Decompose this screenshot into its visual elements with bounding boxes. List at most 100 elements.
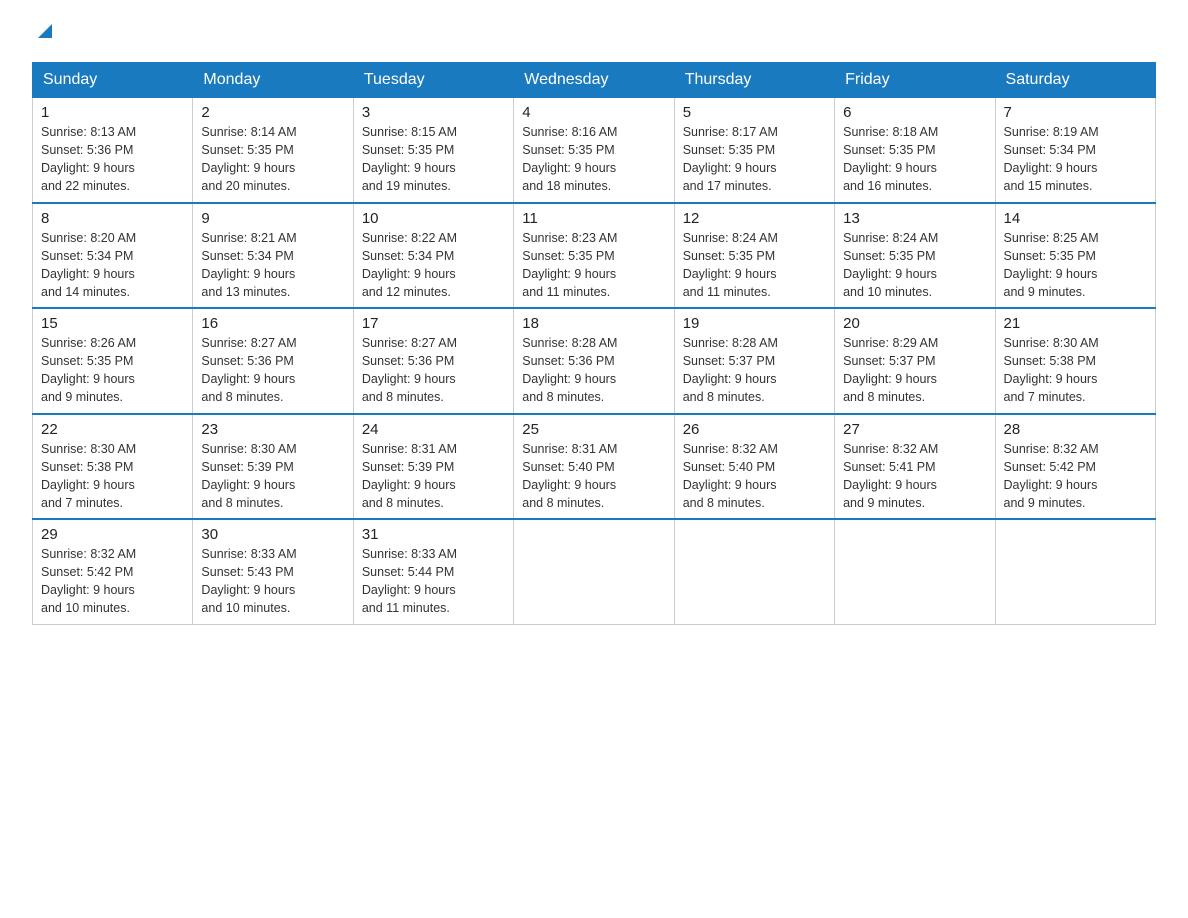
weekday-header-thursday: Thursday: [674, 63, 834, 98]
calendar-cell: 5 Sunrise: 8:17 AMSunset: 5:35 PMDayligh…: [674, 98, 834, 203]
calendar-cell: 12 Sunrise: 8:24 AMSunset: 5:35 PMDaylig…: [674, 203, 834, 309]
weekday-header-friday: Friday: [835, 63, 995, 98]
day-info: Sunrise: 8:16 AMSunset: 5:35 PMDaylight:…: [522, 125, 617, 193]
day-number: 18: [522, 315, 665, 332]
day-info: Sunrise: 8:13 AMSunset: 5:36 PMDaylight:…: [41, 125, 136, 193]
calendar-cell: 6 Sunrise: 8:18 AMSunset: 5:35 PMDayligh…: [835, 98, 995, 203]
day-info: Sunrise: 8:24 AMSunset: 5:35 PMDaylight:…: [843, 231, 938, 299]
day-number: 12: [683, 210, 826, 227]
calendar-cell: 29 Sunrise: 8:32 AMSunset: 5:42 PMDaylig…: [33, 519, 193, 624]
calendar-cell: 30 Sunrise: 8:33 AMSunset: 5:43 PMDaylig…: [193, 519, 353, 624]
day-info: Sunrise: 8:32 AMSunset: 5:42 PMDaylight:…: [41, 547, 136, 615]
day-number: 17: [362, 315, 505, 332]
calendar-cell: 15 Sunrise: 8:26 AMSunset: 5:35 PMDaylig…: [33, 308, 193, 414]
day-number: 15: [41, 315, 184, 332]
calendar-cell: 22 Sunrise: 8:30 AMSunset: 5:38 PMDaylig…: [33, 414, 193, 520]
calendar-cell: 18 Sunrise: 8:28 AMSunset: 5:36 PMDaylig…: [514, 308, 674, 414]
weekday-header-saturday: Saturday: [995, 63, 1155, 98]
day-info: Sunrise: 8:32 AMSunset: 5:40 PMDaylight:…: [683, 442, 778, 510]
day-number: 10: [362, 210, 505, 227]
calendar-cell: 3 Sunrise: 8:15 AMSunset: 5:35 PMDayligh…: [353, 98, 513, 203]
day-info: Sunrise: 8:21 AMSunset: 5:34 PMDaylight:…: [201, 231, 296, 299]
day-number: 27: [843, 421, 986, 438]
day-info: Sunrise: 8:27 AMSunset: 5:36 PMDaylight:…: [201, 336, 296, 404]
day-number: 11: [522, 210, 665, 227]
calendar-cell: 23 Sunrise: 8:30 AMSunset: 5:39 PMDaylig…: [193, 414, 353, 520]
day-number: 6: [843, 104, 986, 121]
day-info: Sunrise: 8:30 AMSunset: 5:38 PMDaylight:…: [1004, 336, 1099, 404]
day-number: 24: [362, 421, 505, 438]
calendar-cell: 4 Sunrise: 8:16 AMSunset: 5:35 PMDayligh…: [514, 98, 674, 203]
calendar-week-row: 1 Sunrise: 8:13 AMSunset: 5:36 PMDayligh…: [33, 98, 1156, 203]
calendar-cell: [835, 519, 995, 624]
calendar-cell: 20 Sunrise: 8:29 AMSunset: 5:37 PMDaylig…: [835, 308, 995, 414]
day-number: 1: [41, 104, 184, 121]
calendar-week-row: 8 Sunrise: 8:20 AMSunset: 5:34 PMDayligh…: [33, 203, 1156, 309]
day-number: 28: [1004, 421, 1147, 438]
day-info: Sunrise: 8:19 AMSunset: 5:34 PMDaylight:…: [1004, 125, 1099, 193]
day-number: 2: [201, 104, 344, 121]
day-info: Sunrise: 8:33 AMSunset: 5:44 PMDaylight:…: [362, 547, 457, 615]
day-number: 9: [201, 210, 344, 227]
calendar-cell: 13 Sunrise: 8:24 AMSunset: 5:35 PMDaylig…: [835, 203, 995, 309]
day-info: Sunrise: 8:27 AMSunset: 5:36 PMDaylight:…: [362, 336, 457, 404]
day-number: 4: [522, 104, 665, 121]
day-info: Sunrise: 8:29 AMSunset: 5:37 PMDaylight:…: [843, 336, 938, 404]
calendar-cell: 14 Sunrise: 8:25 AMSunset: 5:35 PMDaylig…: [995, 203, 1155, 309]
calendar-table: SundayMondayTuesdayWednesdayThursdayFrid…: [32, 62, 1156, 625]
page-header: [32, 24, 1156, 42]
weekday-header-sunday: Sunday: [33, 63, 193, 98]
calendar-cell: [674, 519, 834, 624]
day-info: Sunrise: 8:32 AMSunset: 5:42 PMDaylight:…: [1004, 442, 1099, 510]
day-info: Sunrise: 8:33 AMSunset: 5:43 PMDaylight:…: [201, 547, 296, 615]
day-number: 21: [1004, 315, 1147, 332]
day-number: 23: [201, 421, 344, 438]
calendar-cell: [995, 519, 1155, 624]
day-number: 22: [41, 421, 184, 438]
day-info: Sunrise: 8:18 AMSunset: 5:35 PMDaylight:…: [843, 125, 938, 193]
calendar-cell: 19 Sunrise: 8:28 AMSunset: 5:37 PMDaylig…: [674, 308, 834, 414]
day-info: Sunrise: 8:15 AMSunset: 5:35 PMDaylight:…: [362, 125, 457, 193]
calendar-cell: 28 Sunrise: 8:32 AMSunset: 5:42 PMDaylig…: [995, 414, 1155, 520]
calendar-cell: 26 Sunrise: 8:32 AMSunset: 5:40 PMDaylig…: [674, 414, 834, 520]
day-number: 13: [843, 210, 986, 227]
day-number: 25: [522, 421, 665, 438]
calendar-cell: 21 Sunrise: 8:30 AMSunset: 5:38 PMDaylig…: [995, 308, 1155, 414]
calendar-week-row: 22 Sunrise: 8:30 AMSunset: 5:38 PMDaylig…: [33, 414, 1156, 520]
day-number: 3: [362, 104, 505, 121]
calendar-cell: 10 Sunrise: 8:22 AMSunset: 5:34 PMDaylig…: [353, 203, 513, 309]
day-number: 30: [201, 526, 344, 543]
calendar-cell: 1 Sunrise: 8:13 AMSunset: 5:36 PMDayligh…: [33, 98, 193, 203]
day-info: Sunrise: 8:25 AMSunset: 5:35 PMDaylight:…: [1004, 231, 1099, 299]
day-info: Sunrise: 8:14 AMSunset: 5:35 PMDaylight:…: [201, 125, 296, 193]
day-number: 19: [683, 315, 826, 332]
calendar-cell: [514, 519, 674, 624]
weekday-header-tuesday: Tuesday: [353, 63, 513, 98]
day-number: 7: [1004, 104, 1147, 121]
calendar-cell: 9 Sunrise: 8:21 AMSunset: 5:34 PMDayligh…: [193, 203, 353, 309]
day-number: 29: [41, 526, 184, 543]
day-number: 5: [683, 104, 826, 121]
calendar-cell: 17 Sunrise: 8:27 AMSunset: 5:36 PMDaylig…: [353, 308, 513, 414]
calendar-cell: 27 Sunrise: 8:32 AMSunset: 5:41 PMDaylig…: [835, 414, 995, 520]
day-number: 8: [41, 210, 184, 227]
day-info: Sunrise: 8:30 AMSunset: 5:39 PMDaylight:…: [201, 442, 296, 510]
day-info: Sunrise: 8:20 AMSunset: 5:34 PMDaylight:…: [41, 231, 136, 299]
day-info: Sunrise: 8:23 AMSunset: 5:35 PMDaylight:…: [522, 231, 617, 299]
day-info: Sunrise: 8:26 AMSunset: 5:35 PMDaylight:…: [41, 336, 136, 404]
day-info: Sunrise: 8:28 AMSunset: 5:36 PMDaylight:…: [522, 336, 617, 404]
calendar-cell: 11 Sunrise: 8:23 AMSunset: 5:35 PMDaylig…: [514, 203, 674, 309]
day-info: Sunrise: 8:28 AMSunset: 5:37 PMDaylight:…: [683, 336, 778, 404]
day-info: Sunrise: 8:24 AMSunset: 5:35 PMDaylight:…: [683, 231, 778, 299]
day-number: 20: [843, 315, 986, 332]
calendar-cell: 7 Sunrise: 8:19 AMSunset: 5:34 PMDayligh…: [995, 98, 1155, 203]
logo: [32, 24, 56, 42]
calendar-week-row: 15 Sunrise: 8:26 AMSunset: 5:35 PMDaylig…: [33, 308, 1156, 414]
calendar-cell: 24 Sunrise: 8:31 AMSunset: 5:39 PMDaylig…: [353, 414, 513, 520]
day-info: Sunrise: 8:31 AMSunset: 5:39 PMDaylight:…: [362, 442, 457, 510]
calendar-cell: 31 Sunrise: 8:33 AMSunset: 5:44 PMDaylig…: [353, 519, 513, 624]
day-info: Sunrise: 8:17 AMSunset: 5:35 PMDaylight:…: [683, 125, 778, 193]
day-info: Sunrise: 8:22 AMSunset: 5:34 PMDaylight:…: [362, 231, 457, 299]
day-number: 16: [201, 315, 344, 332]
logo-triangle-icon: [34, 20, 56, 42]
